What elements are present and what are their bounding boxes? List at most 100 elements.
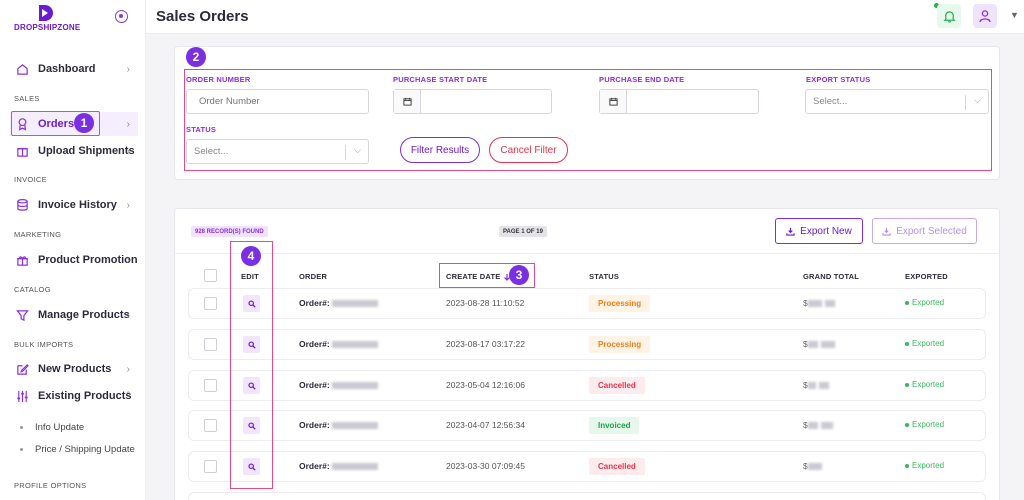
chevron-down-icon[interactable]: ▼ [1010,10,1019,20]
order-number-cell[interactable]: Order#: [299,380,379,390]
sidebar-item-manage-products[interactable]: Manage Products › [10,303,138,327]
brand-logo[interactable]: DROPSHIPZONE [14,4,84,32]
bullet-icon [20,426,23,429]
row-checkbox[interactable] [204,460,217,473]
chevron-right-icon: › [126,63,130,75]
row-checkbox[interactable] [204,419,217,432]
order-prefix: Order#: [299,298,330,308]
order-prefix: Order#: [299,339,330,349]
status-badge: Invoiced [589,417,640,434]
section-bulk-imports: BULK IMPORTS [14,340,74,349]
sidebar-item-label: Dashboard [38,63,96,75]
exported-cell: Exported [905,298,944,307]
sidebar-item-dashboard[interactable]: Dashboard › [10,57,138,81]
sidebar-subitem-label: Price / Shipping Update [35,444,135,455]
annotation-badge: 3 [509,265,529,285]
export-status-select[interactable]: Select... ⌵ [805,89,989,114]
status-dot-icon [905,382,909,387]
filter-results-button[interactable]: Filter Results [400,137,480,163]
status-label: STATUS [186,125,217,134]
section-catalog: CATALOG [14,285,51,294]
select-all-checkbox[interactable] [204,269,217,282]
end-date-input[interactable] [599,89,759,114]
chevron-down-icon: ⌵ [354,145,361,155]
cancel-filter-button[interactable]: Cancel Filter [489,137,568,163]
exported-cell: Exported [905,420,944,429]
column-header-order: ORDER [299,272,328,281]
sidebar-toggle-icon[interactable] [115,10,128,23]
order-number-cell[interactable]: Order#: [299,339,379,349]
bullet-icon [20,448,23,451]
redacted-amount [807,300,822,308]
sidebar-item-invoice-history[interactable]: Invoice History › [10,193,138,217]
exported-label: Exported [912,298,945,307]
redacted-order-number [332,422,379,430]
status-badge: Cancelled [589,377,645,394]
order-prefix: Order#: [299,461,330,471]
order-number-cell[interactable]: Order#: [299,298,379,308]
status-badge: Processing [589,336,651,353]
redacted-order-number [332,300,379,308]
notification-button[interactable] [937,4,961,28]
row-checkbox[interactable] [204,338,217,351]
export-selected-button[interactable]: Export Selected [872,218,977,244]
status-dot-icon [905,300,909,305]
status-select[interactable]: Select... ⌵ [186,139,369,164]
download-icon [786,227,795,236]
sidebar-subitem-label: Info Update [35,422,85,433]
start-date-input[interactable] [393,89,552,114]
sidebar-item-label: Invoice History [38,199,117,211]
page-indicator-badge: PAGE 1 OF 19 [499,226,547,237]
records-count-badge: 928 RECORD(S) FOUND [191,226,268,237]
sliders-icon [14,388,30,404]
grand-total-cell: $ [803,339,835,349]
order-number-cell[interactable]: Order#: [299,461,379,471]
annotation-box-edit [230,241,273,489]
column-header-grand-total: GRAND TOTAL [803,272,860,281]
annotation-badge: 4 [241,246,261,266]
box-icon [14,143,30,159]
calendar-icon [600,90,627,113]
redacted-amount [807,382,816,390]
redacted-order-number [332,341,379,349]
gift-icon [14,252,30,268]
select-separator [345,145,346,160]
divider [174,253,1000,254]
chevron-right-icon: › [126,145,130,157]
column-header-exported: EXPORTED [905,272,948,281]
chevron-right-icon: › [126,309,130,321]
sidebar-item-existing-products[interactable]: Existing Products ˆ [10,384,138,408]
sidebar-item-product-promotion[interactable]: Product Promotion › [10,248,138,272]
order-number-cell[interactable]: Order#: [299,420,379,430]
edit-icon [14,361,30,377]
annotation-badge: 1 [74,113,94,133]
create-date-cell: 2023-03-30 07:09:45 [446,461,525,471]
download-icon [882,227,891,236]
order-prefix: Order#: [299,420,330,430]
row-checkbox[interactable] [204,379,217,392]
chevron-right-icon: › [126,199,130,211]
export-new-button[interactable]: Export New [775,218,863,244]
status-badge: Processing [589,295,651,312]
filter-icon [14,307,30,323]
grand-total-cell: $ [803,380,829,390]
table-row[interactable] [188,492,986,500]
create-date-cell: 2023-05-04 12:16:06 [446,380,525,390]
user-icon [979,10,991,23]
create-date-cell: 2023-08-17 03:17:22 [446,339,525,349]
order-number-label: ORDER NUMBER [186,75,251,84]
exported-label: Exported [912,420,945,429]
order-number-input[interactable] [186,89,369,114]
user-menu-button[interactable] [973,4,997,28]
exported-cell: Exported [905,380,944,389]
row-checkbox[interactable] [204,297,217,310]
select-separator [965,95,966,110]
exported-label: Exported [912,339,945,348]
end-date-label: PURCHASE END DATE [599,75,685,84]
sidebar-item-upload-shipments[interactable]: Upload Shipments › [10,139,138,163]
chevron-up-icon: ˆ [126,390,130,402]
sidebar-subitem-info-update[interactable]: Info Update [20,422,84,433]
sidebar-subitem-price-update[interactable]: Price / Shipping Update [20,444,135,455]
column-header-status: STATUS [589,272,620,281]
sidebar-item-new-products[interactable]: New Products › [10,357,138,381]
